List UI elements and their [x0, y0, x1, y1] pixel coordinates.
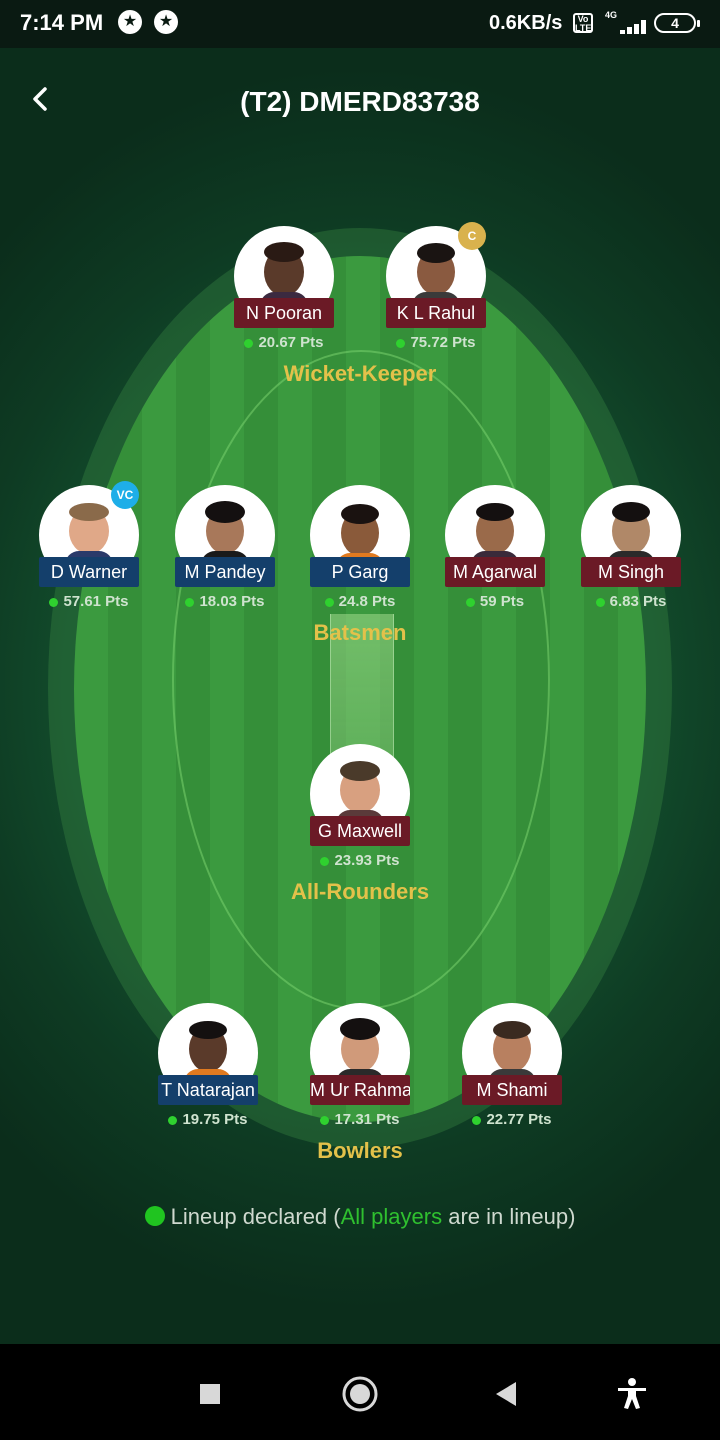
player-points: 20.67 Pts	[229, 334, 339, 351]
player-name: D Warner	[39, 557, 139, 587]
lineup-dot-icon	[144, 1206, 165, 1226]
home-circle-icon	[342, 1376, 378, 1412]
points-dot	[320, 1115, 330, 1125]
captain-badge: C	[458, 222, 486, 250]
points-dot	[595, 597, 605, 607]
lineup-prefix: Lineup declared (	[170, 1204, 341, 1229]
player-name: M Shami	[462, 1075, 562, 1105]
player-name: M Ur Rahman	[310, 1075, 410, 1105]
points-dot	[320, 856, 330, 866]
star-badge-icon: ★	[118, 10, 142, 34]
network-type: 4G	[605, 10, 618, 20]
square-icon	[200, 1384, 220, 1404]
role-label-wicket-keeper: Wicket-Keeper	[283, 361, 437, 386]
points-dot	[324, 597, 334, 607]
star-badge-icon: ★	[154, 10, 178, 34]
player-name: P Garg	[310, 557, 410, 587]
recents-button[interactable]	[190, 1374, 230, 1414]
lineup-suffix: are in lineup)	[442, 1204, 576, 1229]
points-dot	[472, 1115, 482, 1125]
player-name: K L Rahul	[386, 298, 486, 328]
page-title: (T2) DMERD83738	[240, 86, 480, 117]
role-label-all-rounders: All-Rounders	[290, 879, 430, 904]
player-points: 57.61 Pts	[34, 593, 144, 610]
points-dot	[185, 597, 195, 607]
player-points: 59 Pts	[440, 593, 550, 610]
points-dot	[168, 1115, 178, 1125]
status-time: 7:14 PM	[20, 10, 104, 35]
player-points: 19.75 Pts	[153, 1111, 263, 1128]
accessibility-icon	[618, 1378, 646, 1409]
vice-captain-badge: VC	[111, 481, 139, 509]
home-button[interactable]	[340, 1374, 380, 1414]
points-dot	[244, 338, 254, 348]
battery-icon: 4	[654, 13, 700, 33]
accessibility-button[interactable]	[612, 1374, 652, 1414]
player-name: M Agarwal	[445, 557, 545, 587]
player-points: 24.8 Pts	[305, 593, 415, 610]
player-points: 18.03 Pts	[170, 593, 280, 610]
lineup-highlight: All players	[340, 1204, 443, 1229]
player-name: M Pandey	[175, 557, 275, 587]
points-dot	[396, 338, 406, 348]
system-nav-bar	[0, 1344, 720, 1440]
player-points: 6.83 Pts	[576, 593, 686, 610]
back-triangle-icon	[496, 1382, 516, 1406]
role-label-bowlers: Bowlers	[317, 1138, 403, 1163]
role-label-batsmen: Batsmen	[313, 620, 407, 645]
team-preview-screen: (T2) DMERD83738 N Pooran 20.67 Pts C K L…	[0, 48, 720, 1344]
player-name: M Singh	[581, 557, 681, 587]
player-name: G Maxwell	[310, 816, 410, 846]
network-speed: 0.6KB/s	[489, 12, 563, 34]
back-nav-button[interactable]	[486, 1374, 526, 1414]
player-points: 75.72 Pts	[381, 334, 491, 351]
player-name: T Natarajan	[158, 1075, 258, 1105]
player-points: 23.93 Pts	[305, 852, 415, 869]
player-points: 22.77 Pts	[457, 1111, 567, 1128]
signal-icon	[606, 20, 646, 34]
lineup-status: Lineup declared (All players are in line…	[0, 1204, 720, 1230]
points-dot	[465, 597, 475, 607]
player-name: N Pooran	[234, 298, 334, 328]
volte-icon: Vo LTE	[573, 13, 593, 33]
player-points: 17.31 Pts	[305, 1111, 415, 1128]
status-bar: 7:14 PM ★ ★ 0.6KB/s Vo LTE 4G 4	[0, 0, 720, 48]
points-dot	[49, 597, 59, 607]
